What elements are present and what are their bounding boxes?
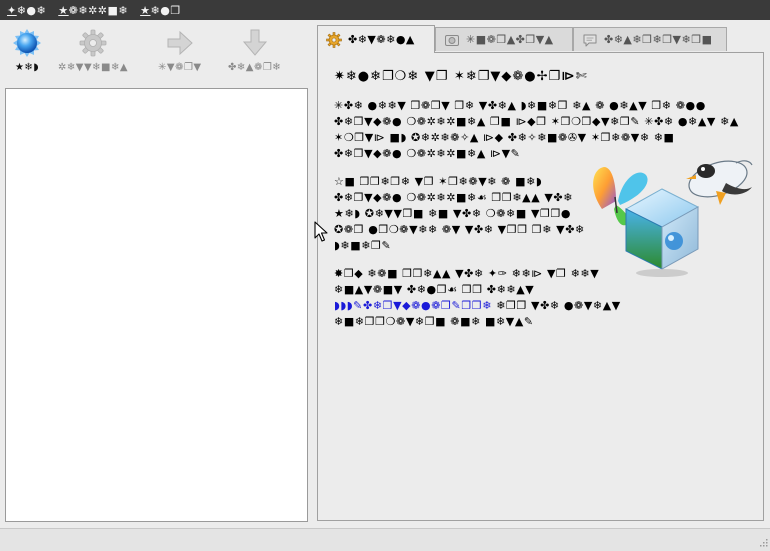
start-button[interactable]: ✳▼❁❐▼ — [158, 28, 202, 80]
status-bar — [0, 528, 770, 551]
vm-list[interactable] — [5, 88, 308, 522]
resize-grip-icon[interactable] — [758, 539, 768, 549]
menu-file[interactable]: ✦❄●❄ — [0, 4, 52, 17]
discard-button[interactable]: ✤❄▲❁❐❄ — [228, 28, 281, 80]
new-button-label: ★❄◗ — [14, 62, 40, 73]
details-pane: ✷❄●❄❐❍❄ ▼❐ ✶❄❐▼◆❁●✢❐⧐✄ ✳✤❄ ●❄❄▼ ❐❁❐▼ ❐❄ … — [317, 52, 764, 521]
discard-button-label: ✤❄▲❁❐❄ — [228, 62, 282, 73]
tab-description[interactable]: ✤❄▲❄❐❄❐▼❄❐■ — [573, 27, 727, 51]
settings-icon — [79, 29, 107, 57]
new-button[interactable]: ★❄◗ — [12, 28, 42, 80]
penguin-icon — [686, 160, 753, 205]
settings-button[interactable]: ✲❄▼▼❄■❄▲ — [58, 28, 128, 80]
tab-details[interactable]: ✤❄▼❁❄●▲ — [317, 25, 435, 53]
start-arrow-icon — [167, 30, 193, 56]
menu-help[interactable]: ★❄●❐ — [134, 4, 187, 17]
new-icon — [13, 29, 41, 57]
snapshot-icon — [445, 34, 459, 46]
mouse-pointer-icon — [314, 221, 328, 242]
speech-bubble-icon — [583, 34, 597, 46]
discard-arrow-icon — [242, 29, 267, 56]
tab-snapshots[interactable]: ✳■❁❐▲✤❐▼▲ — [435, 27, 573, 51]
welcome-paragraph-2: ☆■ ❐❐❄❐❄ ▼❐ ✶❐❄❁▼❄ ❁ ■❄◗ ✤❄❐▼◆❁● ❍❁✲❄✲■❄… — [334, 175, 585, 252]
menu-machine[interactable]: ★❁❄✲✲■❄ — [52, 4, 134, 17]
cube-icon — [624, 188, 700, 277]
tab-details-label: ✤❄▼❁❄●▲ — [348, 33, 415, 46]
start-button-label: ✳▼❁❐▼ — [158, 62, 202, 73]
welcome-title: ✷❄●❄❐❍❄ ▼❐ ✶❄❐▼◆❁●✢❐⧐✄ — [334, 69, 588, 84]
website-link[interactable]: ◗◗◗✎✤❄❐▼◆❁●❁❐✎❐❐❄ — [334, 299, 492, 312]
welcome-logo-art — [593, 160, 753, 277]
tab-description-label: ✤❄▲❄❐❄❐▼❄❐■ — [604, 33, 713, 46]
settings-button-label: ✲❄▼▼❄■❄▲ — [58, 62, 129, 73]
tab-snapshots-label: ✳■❁❐▲✤❐▼▲ — [466, 33, 554, 46]
toolbar: ★❄◗ ✲❄▼▼❄■❄▲ ✳▼❁❐▼ ✤❄▲❁❐❄ — [0, 24, 312, 82]
gear-icon — [326, 31, 342, 48]
menu-bar: ✦❄●❄ ★❁❄✲✲■❄ ★❄●❐ — [0, 0, 770, 20]
